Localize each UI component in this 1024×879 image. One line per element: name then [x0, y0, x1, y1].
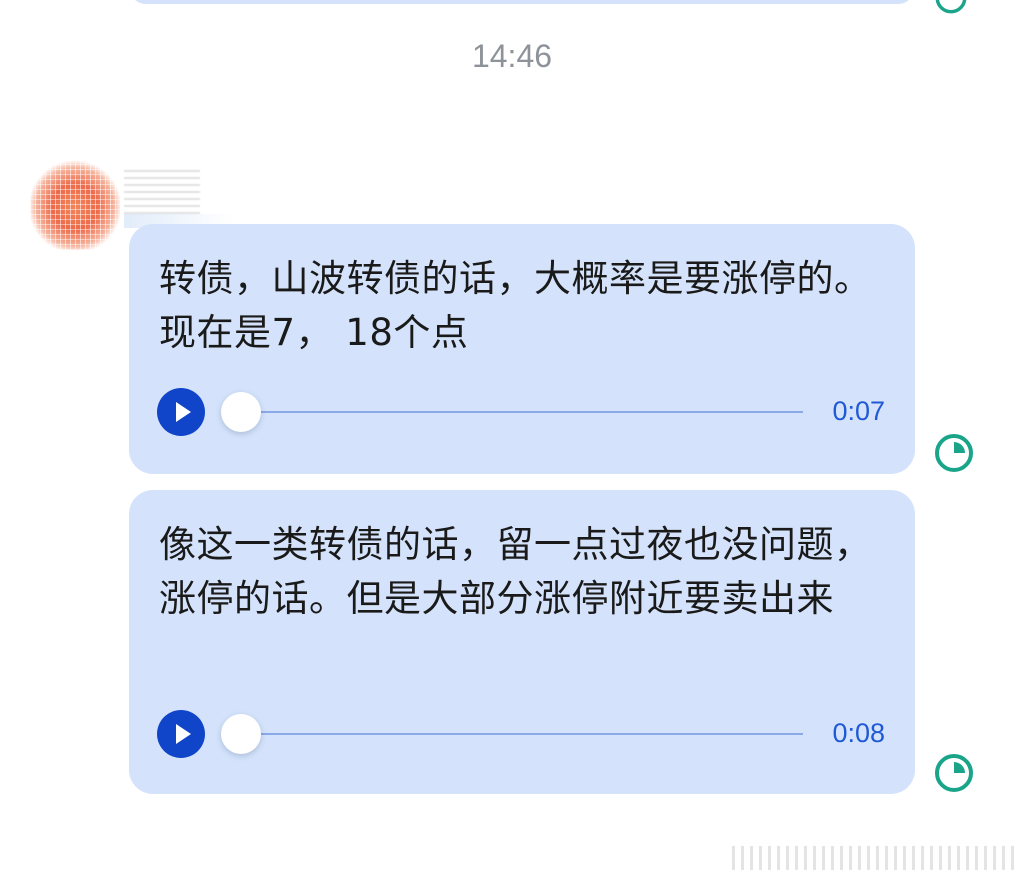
audio-duration: 0:08 [832, 718, 885, 748]
voice-message-bubble[interactable]: 像这一类转债的话，留一点过夜也没问题，涨停的话。但是大部分涨停附近要卖出来 0:… [129, 490, 915, 794]
sender-avatar[interactable] [30, 160, 120, 250]
audio-scrub-handle[interactable] [221, 392, 261, 432]
play-icon[interactable] [157, 710, 205, 758]
clock-pending-icon [935, 434, 973, 472]
clock-pending-icon [935, 0, 967, 14]
audio-player: 0:07 [157, 386, 885, 438]
previous-message-bubble[interactable] [129, 0, 915, 4]
audio-scrub-handle[interactable] [221, 714, 261, 754]
sender-name-redacted [124, 170, 200, 214]
message-timestamp: 14:46 [471, 38, 553, 74]
watermark [732, 846, 1016, 870]
transcript-text: 转债，山波转债的话，大概率是要涨停的。现在是7， 18个点 [159, 257, 872, 354]
clock-pending-icon [935, 754, 973, 792]
audio-duration: 0:07 [832, 396, 885, 426]
audio-player: 0:08 [157, 708, 885, 760]
audio-progress-track[interactable] [239, 733, 803, 735]
play-icon[interactable] [157, 388, 205, 436]
voice-message-bubble[interactable]: 转债，山波转债的话，大概率是要涨停的。现在是7， 18个点 0:07 [129, 224, 915, 474]
transcript-text: 像这一类转债的话，留一点过夜也没问题，涨停的话。但是大部分涨停附近要卖出来 [159, 523, 872, 620]
chat-screen: 14:46 转债，山波转债的话，大概率是要涨停的。现在是7， 18个点 0:07… [0, 0, 1024, 879]
audio-progress-track[interactable] [239, 411, 803, 413]
